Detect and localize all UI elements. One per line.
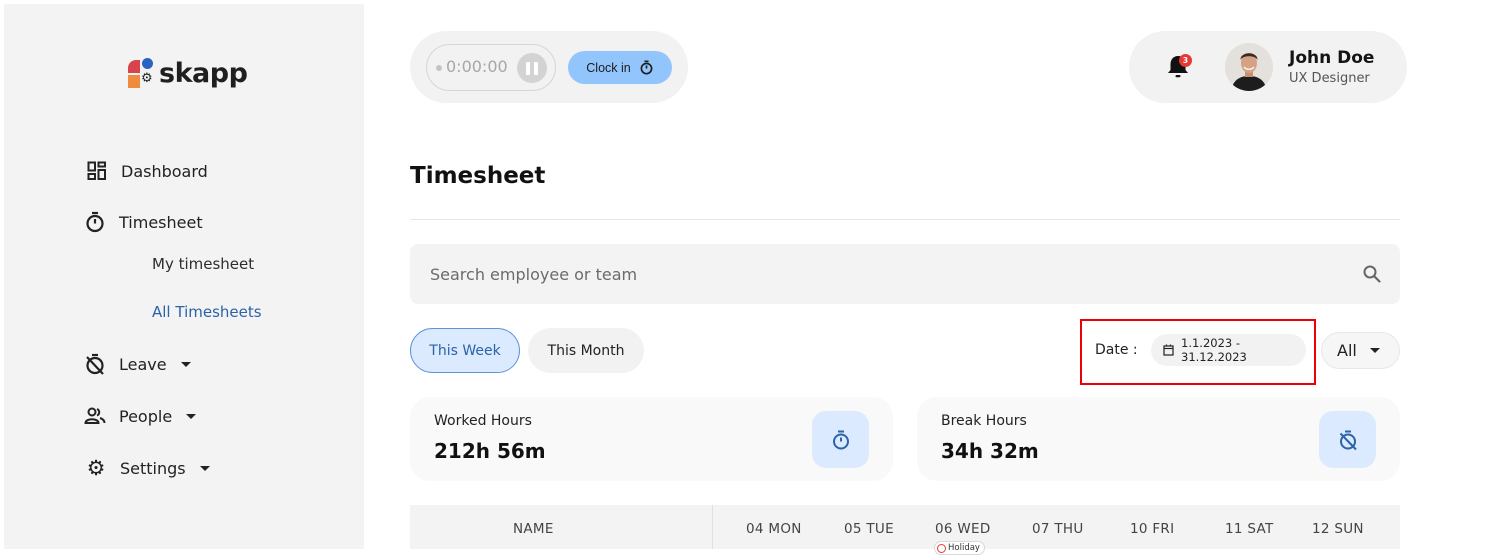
sidebar-subitem-my-timesheet[interactable]: My timesheet: [152, 255, 254, 273]
calendar-icon: [1163, 344, 1174, 356]
team-filter-select[interactable]: All: [1321, 332, 1400, 369]
avatar[interactable]: [1225, 43, 1273, 91]
caret-down-icon: [180, 361, 191, 367]
notification-badge: 3: [1179, 54, 1192, 67]
worked-hours-label: Worked Hours: [434, 413, 532, 429]
sidebar-item-timesheet[interactable]: Timesheet: [84, 211, 203, 233]
sidebar-item-settings[interactable]: ⚙ Settings: [85, 456, 210, 480]
logo-text: skapp: [159, 57, 248, 89]
tab-this-month[interactable]: This Month: [528, 328, 644, 373]
timesheet-table-header: NAME 04 MON 05 TUE 06 WED 07 THU 10 FRI …: [410, 505, 1400, 555]
column-header-day: 11 SAT: [1225, 521, 1274, 537]
date-range-picker[interactable]: 1.1.2023 - 31.12.2023: [1151, 334, 1306, 366]
timer-status-dot: [436, 65, 442, 71]
clock-widget: 0:00:00 Clock in: [410, 31, 688, 103]
pause-button[interactable]: [517, 53, 547, 83]
clock-in-button[interactable]: Clock in: [568, 51, 672, 84]
search-bar: [410, 244, 1400, 304]
dashboard-icon: [86, 160, 108, 182]
sidebar-item-leave[interactable]: Leave: [84, 353, 191, 375]
caret-down-icon: [186, 413, 197, 419]
sidebar-subitem-all-timesheets[interactable]: All Timesheets: [152, 303, 262, 321]
column-header-day: 06 WED: [935, 521, 991, 537]
holiday-chip: Holiday: [934, 541, 985, 555]
column-header-day: 10 FRI: [1130, 521, 1175, 537]
worked-hours-card: Worked Hours 212h 56m: [410, 397, 893, 481]
column-header-name: NAME: [513, 521, 554, 537]
user-role: UX Designer: [1289, 71, 1370, 86]
column-header-day: 07 THU: [1032, 521, 1084, 537]
caret-down-icon: [1369, 348, 1380, 353]
page-title: Timesheet: [410, 163, 546, 189]
people-icon: [84, 405, 106, 427]
timer-display: 0:00:00: [426, 44, 556, 91]
search-input[interactable]: [430, 244, 1330, 304]
leave-timer-off-icon: [84, 353, 106, 375]
user-panel: 3 John Doe UX Designer: [1129, 31, 1407, 103]
break-hours-value: 34h 32m: [941, 439, 1039, 463]
title-divider: [410, 219, 1400, 220]
sidebar-item-dashboard[interactable]: Dashboard: [86, 160, 208, 182]
column-divider: [712, 505, 713, 549]
sidebar-item-label: Timesheet: [119, 212, 203, 232]
gear-icon: ⚙: [86, 456, 106, 480]
clock-in-label: Clock in: [586, 60, 631, 75]
team-filter-value: All: [1337, 341, 1357, 360]
stopwatch-icon: [84, 211, 106, 233]
column-header-day: 05 TUE: [844, 521, 894, 537]
stopwatch-icon: [812, 411, 869, 468]
caret-down-icon: [199, 465, 210, 471]
tab-this-week[interactable]: This Week: [410, 328, 520, 373]
worked-hours-value: 212h 56m: [434, 439, 546, 463]
logo[interactable]: ⚙ skapp: [124, 56, 248, 90]
sidebar-item-label: Dashboard: [121, 161, 208, 181]
sidebar-item-label: Leave: [119, 354, 167, 374]
break-hours-card: Break Hours 34h 32m: [917, 397, 1400, 481]
column-header-day: 12 SUN: [1312, 521, 1364, 537]
column-header-day: 04 MON: [746, 521, 802, 537]
sidebar-item-label: People: [119, 406, 173, 426]
sidebar-item-label: Settings: [120, 458, 186, 478]
sidebar-item-people[interactable]: People: [84, 405, 197, 427]
timer-value: 0:00:00: [446, 57, 508, 76]
date-filter-label: Date :: [1095, 342, 1138, 358]
date-range-value: 1.1.2023 - 31.12.2023: [1181, 336, 1247, 364]
skapp-logo-icon: ⚙: [124, 56, 158, 90]
user-name: John Doe: [1289, 48, 1375, 68]
holiday-label: Holiday: [948, 543, 980, 553]
holiday-icon: [937, 543, 946, 553]
break-hours-label: Break Hours: [941, 413, 1027, 429]
sidebar: ⚙ skapp Dashboard Timesheet My timesheet…: [4, 4, 364, 549]
stopwatch-icon: [639, 60, 654, 75]
search-icon[interactable]: [1362, 264, 1382, 288]
timer-off-icon: [1319, 411, 1376, 468]
